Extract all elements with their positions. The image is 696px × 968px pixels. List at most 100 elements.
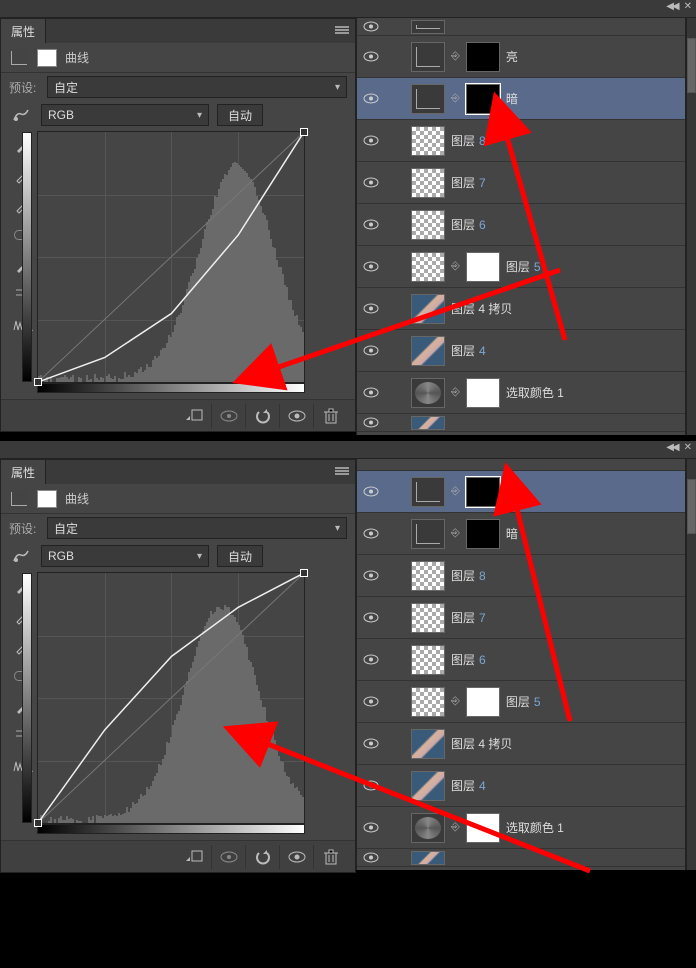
link-icon[interactable]: ⎆ <box>451 50 460 63</box>
mask-thumb[interactable] <box>466 84 500 114</box>
layer-name[interactable]: 亮 <box>506 48 518 65</box>
visibility-toggle-icon[interactable] <box>361 652 381 668</box>
link-icon[interactable]: ⎆ <box>451 821 460 834</box>
mask-thumb[interactable] <box>466 378 500 408</box>
preset-dropdown[interactable]: 自定▾ <box>47 76 347 98</box>
layer-name[interactable]: 亮 <box>506 483 518 500</box>
layer-row[interactable]: ⎆ 选取颜色 1 <box>357 807 685 849</box>
trash-icon[interactable] <box>313 404 347 428</box>
channel-dropdown[interactable]: RGB▾ <box>41 104 209 126</box>
curves-graph[interactable] <box>37 131 305 383</box>
mask-thumb[interactable] <box>466 42 500 72</box>
layer-row[interactable]: 图层7 <box>357 162 685 204</box>
layer-row[interactable]: 图层8 <box>357 120 685 162</box>
curves-graph[interactable] <box>37 572 305 824</box>
visibility-toggle-icon[interactable] <box>361 568 381 584</box>
layer-name[interactable]: 暗 <box>506 90 518 107</box>
visibility-toggle-icon[interactable] <box>361 301 381 317</box>
reset-icon[interactable] <box>245 404 279 428</box>
flyout-menu-icon[interactable] <box>335 467 349 477</box>
layer-row[interactable]: ⎆ 图层5 <box>357 246 685 288</box>
auto-button[interactable]: 自动 <box>217 545 263 567</box>
collapse-icon[interactable]: ◀◀ <box>666 442 677 453</box>
layer-name[interactable]: 图层8 <box>451 132 486 149</box>
layer-name[interactable]: 选取颜色 1 <box>506 384 564 401</box>
collapse-icon[interactable]: ◀◀ <box>666 1 677 12</box>
target-adjust-icon[interactable] <box>9 545 33 567</box>
visibility-toggle-icon[interactable] <box>361 820 381 836</box>
layer-name[interactable]: 图层5 <box>506 258 541 275</box>
layer-row[interactable]: ⎆图层5 <box>357 681 685 723</box>
layer-row[interactable]: ⎆亮 <box>357 471 685 513</box>
visibility-toggle-icon[interactable] <box>361 175 381 191</box>
link-icon[interactable]: ⎆ <box>451 695 460 708</box>
visibility-toggle-icon[interactable] <box>361 49 381 65</box>
visibility-toggle-icon[interactable] <box>361 778 381 794</box>
trash-icon[interactable] <box>313 845 347 869</box>
layer-row[interactable]: 图层 4 拷贝 <box>357 723 685 765</box>
properties-tab[interactable]: 属性 <box>1 460 46 484</box>
layer-name[interactable]: 图层 4 拷贝 <box>451 735 512 752</box>
target-adjust-icon[interactable] <box>9 104 33 126</box>
layer-name[interactable]: 图层7 <box>451 174 486 191</box>
layer-row[interactable]: ⎆暗 <box>357 78 685 120</box>
layer-row[interactable]: ⎆亮 <box>357 36 685 78</box>
layer-name[interactable]: 图层7 <box>451 609 486 626</box>
layer-row[interactable]: 图层 4 拷贝 <box>357 288 685 330</box>
visibility-toggle-icon[interactable] <box>361 694 381 710</box>
layer-name[interactable]: 图层4 <box>451 342 486 359</box>
visibility-toggle-icon[interactable] <box>361 736 381 752</box>
mask-thumb[interactable] <box>466 687 500 717</box>
visibility-toggle-icon[interactable] <box>361 610 381 626</box>
visibility-toggle-icon[interactable] <box>361 415 381 431</box>
mask-thumbnail-icon[interactable] <box>37 49 57 67</box>
layer-name[interactable]: 图层4 <box>451 777 486 794</box>
view-previous-icon[interactable] <box>211 404 245 428</box>
layer-row[interactable] <box>357 849 685 867</box>
clip-to-layer-icon[interactable] <box>177 845 211 869</box>
link-icon[interactable]: ⎆ <box>451 260 460 273</box>
reset-icon[interactable] <box>245 845 279 869</box>
channel-dropdown[interactable]: RGB▾ <box>41 545 209 567</box>
layer-name[interactable]: 选取颜色 1 <box>506 819 564 836</box>
link-icon[interactable]: ⎆ <box>451 92 460 105</box>
close-icon[interactable]: ✕ <box>684 1 692 12</box>
layer-row[interactable] <box>357 18 685 36</box>
clip-to-layer-icon[interactable] <box>177 404 211 428</box>
visibility-toggle-icon[interactable] <box>361 19 381 35</box>
mask-thumbnail-icon[interactable] <box>37 490 57 508</box>
view-previous-icon[interactable] <box>211 845 245 869</box>
visibility-toggle-icon[interactable] <box>361 850 381 866</box>
layer-row[interactable]: 图层8 <box>357 555 685 597</box>
close-icon[interactable]: ✕ <box>684 442 692 453</box>
visibility-toggle-icon[interactable] <box>361 343 381 359</box>
layer-row[interactable] <box>357 414 685 432</box>
layer-name[interactable]: 图层6 <box>451 651 486 668</box>
link-icon[interactable]: ⎆ <box>451 527 460 540</box>
auto-button[interactable]: 自动 <box>217 104 263 126</box>
link-icon[interactable]: ⎆ <box>451 485 460 498</box>
layer-row[interactable]: 图层6 <box>357 204 685 246</box>
layer-name[interactable]: 暗 <box>506 525 518 542</box>
scroll-thumb[interactable] <box>687 38 696 93</box>
visibility-toggle-icon[interactable] <box>361 484 381 500</box>
mask-thumb[interactable] <box>466 252 500 282</box>
mask-thumb[interactable] <box>466 813 500 843</box>
visibility-toggle-icon[interactable] <box>361 526 381 542</box>
toggle-visibility-icon[interactable] <box>279 845 313 869</box>
layer-row[interactable]: 图层7 <box>357 597 685 639</box>
toggle-visibility-icon[interactable] <box>279 404 313 428</box>
layer-name[interactable]: 图层 4 拷贝 <box>451 300 512 317</box>
visibility-toggle-icon[interactable] <box>361 91 381 107</box>
link-icon[interactable]: ⎆ <box>451 386 460 399</box>
visibility-toggle-icon[interactable] <box>361 259 381 275</box>
visibility-toggle-icon[interactable] <box>361 217 381 233</box>
layer-row[interactable]: 图层4 <box>357 765 685 807</box>
layer-row[interactable]: 图层6 <box>357 639 685 681</box>
mask-thumb[interactable] <box>466 477 500 507</box>
layer-row[interactable]: ⎆ 选取颜色 1 <box>357 372 685 414</box>
visibility-toggle-icon[interactable] <box>361 133 381 149</box>
layer-row[interactable]: ⎆暗 <box>357 513 685 555</box>
layer-name[interactable]: 图层6 <box>451 216 486 233</box>
preset-dropdown[interactable]: 自定▾ <box>47 517 347 539</box>
